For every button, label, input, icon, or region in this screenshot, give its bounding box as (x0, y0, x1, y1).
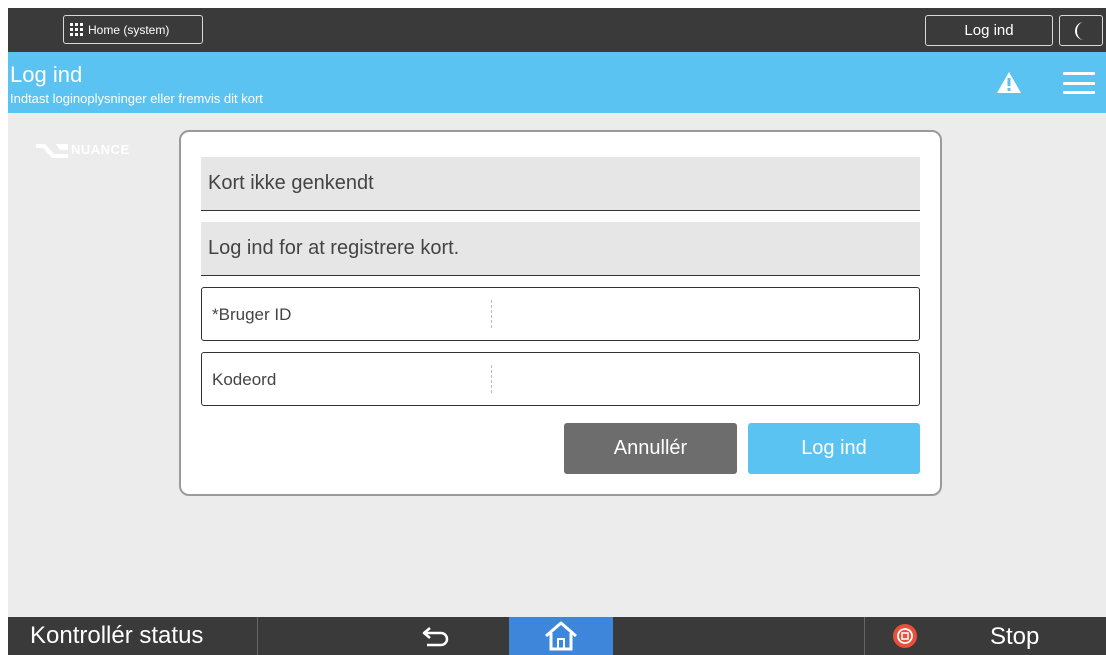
top-login-button[interactable]: Log ind (925, 15, 1053, 46)
screen: Home (system) Log ind Log ind Indtast lo… (8, 8, 1106, 655)
password-field[interactable]: Kodeord (201, 352, 920, 406)
field-separator (491, 365, 492, 393)
login-dialog: Kort ikke genkendt Log ind for at regist… (179, 130, 942, 496)
bottom-bar: Kontrollér status Stop (8, 617, 1106, 655)
back-button[interactable] (401, 617, 471, 655)
warning-icon[interactable] (996, 71, 1022, 94)
home-icon (545, 621, 577, 651)
menu-icon[interactable] (1063, 72, 1095, 94)
password-input[interactable] (498, 361, 908, 397)
nuance-logo: NUANCE (36, 140, 130, 158)
check-status-label: Kontrollér status (30, 622, 204, 649)
title-bar: Log ind Indtast loginoplysninger eller f… (8, 52, 1106, 113)
user-id-label: *Bruger ID (212, 305, 292, 324)
logo-text: NUANCE (71, 141, 130, 157)
login-button[interactable]: Log ind (748, 423, 920, 474)
stop-icon (893, 624, 917, 648)
apps-grid-icon (70, 23, 84, 37)
check-status-button[interactable]: Kontrollér status (8, 617, 258, 655)
back-icon (422, 627, 449, 647)
field-separator (491, 300, 492, 328)
page-title: Log ind (10, 62, 83, 87)
top-login-label: Log ind (964, 22, 1014, 39)
user-id-input[interactable] (498, 296, 908, 332)
page-subtitle: Indtast loginoplysninger eller fremvis d… (10, 91, 263, 106)
stop-label: Stop (990, 623, 1040, 650)
moon-icon (1075, 21, 1084, 40)
nuance-logo-mark (36, 144, 68, 158)
register-card-message: Log ind for at registrere kort. (201, 222, 920, 276)
home-button[interactable] (509, 617, 613, 655)
user-id-field[interactable]: *Bruger ID (201, 287, 920, 341)
home-system-label: Home (system) (88, 22, 170, 37)
system-bar: Home (system) Log ind (8, 8, 1106, 52)
home-system-button[interactable]: Home (system) (63, 15, 203, 44)
password-label: Kodeord (212, 370, 277, 389)
cancel-button[interactable]: Annullér (564, 423, 737, 474)
sleep-button[interactable] (1059, 15, 1103, 46)
stop-button[interactable]: Stop (864, 617, 1106, 655)
card-not-recognized-message: Kort ikke genkendt (201, 157, 920, 211)
